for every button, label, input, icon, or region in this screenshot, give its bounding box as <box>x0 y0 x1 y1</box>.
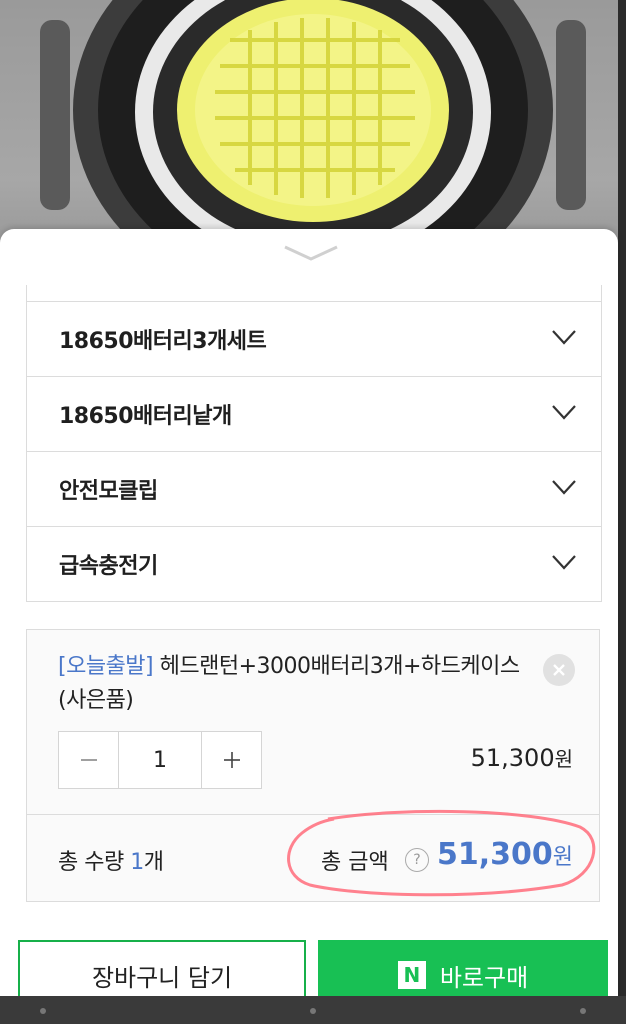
item-price-unit: 원 <box>554 747 573 771</box>
minus-icon <box>80 759 97 761</box>
increase-button[interactable] <box>202 732 261 788</box>
total-amount-label: 총 금액 <box>321 850 389 875</box>
item-title: [오늘출발] 헤드랜턴+3000배터리3개+하드케이스(사은품) <box>58 650 528 718</box>
option-label: 18650배터리3개세트 <box>59 329 267 354</box>
plus-icon <box>223 752 240 768</box>
total-quantity-value: 1 <box>130 850 144 875</box>
nav-dot <box>40 1008 46 1014</box>
item-tag: [오늘출발] <box>58 654 154 679</box>
option-list: 18650배터리3개세트 18650배터리낱개 안전모클립 급속충전기 <box>26 285 602 602</box>
quantity-value[interactable]: 1 <box>118 732 202 788</box>
option-sheet: 18650배터리3개세트 18650배터리낱개 안전모클립 급속충전기 [오늘출… <box>0 229 618 1024</box>
close-icon <box>553 664 565 676</box>
nav-dot <box>310 1008 316 1014</box>
nav-dot <box>580 1008 586 1014</box>
total-amount-unit: 원 <box>552 845 573 870</box>
option-battery-3-set[interactable]: 18650배터리3개세트 <box>27 302 601 377</box>
quantity-stepper: 1 <box>58 731 262 789</box>
option-battery-single[interactable]: 18650배터리낱개 <box>27 377 601 452</box>
total-amount: 51,300원 <box>437 837 573 872</box>
decrease-button[interactable] <box>59 732 118 788</box>
naver-pay-icon: N <box>397 961 426 989</box>
system-nav-bar <box>0 996 626 1024</box>
chevron-down-icon <box>552 405 576 420</box>
summary-divider <box>27 814 599 815</box>
total-amount-value: 51,300 <box>436 837 553 872</box>
selected-item-box: [오늘출발] 헤드랜턴+3000배터리3개+하드케이스(사은품) 1 51,30… <box>26 629 600 902</box>
option-label: 18650배터리낱개 <box>59 404 232 429</box>
background-edge <box>618 0 626 1024</box>
chevron-down-icon <box>552 555 576 570</box>
option-list-scroll-stub <box>27 285 601 302</box>
total-quantity: 총 수량 1개 <box>58 844 164 876</box>
remove-item-button[interactable] <box>543 654 575 686</box>
item-price: 51,300원 <box>471 743 573 772</box>
option-fast-charger[interactable]: 급속충전기 <box>27 527 601 601</box>
buy-now-label: 바로구매 <box>439 963 529 992</box>
chevron-down-icon <box>552 330 576 345</box>
option-label: 급속충전기 <box>59 554 158 579</box>
option-label: 안전모클립 <box>59 479 158 504</box>
total-quantity-label: 총 수량 <box>58 850 131 875</box>
help-icon[interactable]: ? <box>405 848 429 872</box>
total-quantity-unit: 개 <box>143 850 164 875</box>
item-price-value: 51,300 <box>470 744 555 772</box>
chevron-down-icon <box>552 480 576 495</box>
sheet-collapse-handle-icon[interactable] <box>281 241 341 263</box>
option-helmet-clip[interactable]: 안전모클립 <box>27 452 601 527</box>
